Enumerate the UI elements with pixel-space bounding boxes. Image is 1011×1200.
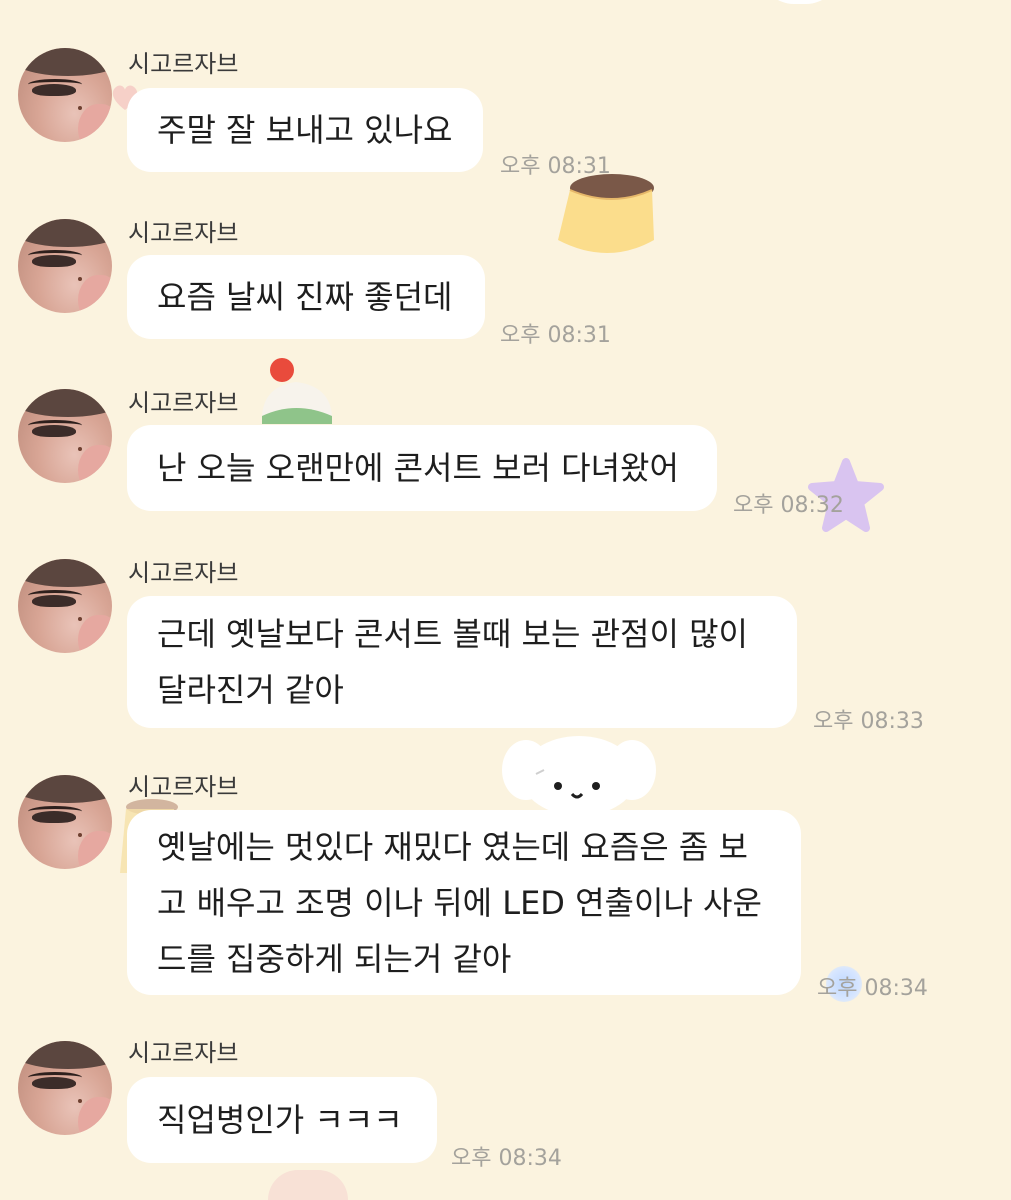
sender-name: 시고르자브	[128, 1039, 239, 1067]
avatar[interactable]	[18, 219, 112, 313]
message-text-line: 옛날에는 멋있다 재밌다 였는데 요즘은 좀 보	[157, 827, 748, 866]
pink-sticker-icon	[268, 1170, 348, 1200]
message-timestamp: 오후 08:31	[500, 323, 611, 348]
message-text: 요즘 날씨 진짜 좋던데	[157, 278, 453, 316]
avatar[interactable]	[18, 48, 112, 142]
sender-name: 시고르자브	[128, 219, 239, 247]
sender-name: 시고르자브	[128, 50, 239, 78]
message-text-line: 근데 옛날보다 콘서트 볼때 보는 관점이 많이	[157, 615, 748, 653]
avatar[interactable]	[18, 775, 112, 869]
message-timestamp: 오후 08:34	[451, 1146, 562, 1171]
message-timestamp: 오후 08:33	[813, 709, 924, 734]
message-text: 난 오늘 오랜만에 콘서트 보러 다녀왔어	[157, 449, 679, 487]
message-bubble[interactable]: 요즘 날씨 진짜 좋던데	[127, 255, 485, 339]
message-text-line: 드를 집중하게 되는거 같아	[157, 939, 512, 978]
message-text-line: 고 배우고 조명 이나 뒤에 LED 연출이나 사운	[157, 883, 762, 922]
sender-name: 시고르자브	[128, 559, 239, 587]
message-timestamp: 오후 08:31	[500, 154, 611, 179]
message-text: 직업병인가 ㅋㅋㅋ	[157, 1101, 403, 1139]
message-text: 주말 잘 보내고 있나요	[157, 111, 453, 149]
message-bubble[interactable]: 주말 잘 보내고 있나요	[127, 88, 483, 172]
message-timestamp: 오후 08:34	[817, 976, 928, 1001]
white-puppy-sticker-icon	[502, 736, 656, 816]
strawberry-cake-sticker-icon	[262, 358, 332, 424]
sender-name: 시고르자브	[128, 773, 239, 801]
cloud-sticker-icon	[760, 0, 840, 4]
pudding-sticker-icon	[558, 174, 654, 253]
chat-view: 시고르자브 주말 잘 보내고 있나요 오후 08:31 시고르자브 요즘 날씨 …	[0, 0, 1011, 1200]
message-bubble[interactable]: 옛날에는 멋있다 재밌다 였는데 요즘은 좀 보 고 배우고 조명 이나 뒤에 …	[127, 810, 801, 995]
avatar[interactable]	[18, 389, 112, 483]
message-bubble[interactable]: 난 오늘 오랜만에 콘서트 보러 다녀왔어	[127, 425, 717, 511]
avatar[interactable]	[18, 559, 112, 653]
message-bubble[interactable]: 직업병인가 ㅋㅋㅋ	[127, 1077, 437, 1163]
message-text-line: 달라진거 같아	[157, 671, 344, 709]
avatar[interactable]	[18, 1041, 112, 1135]
message-bubble[interactable]: 근데 옛날보다 콘서트 볼때 보는 관점이 많이 달라진거 같아	[127, 596, 797, 728]
message-timestamp: 오후 08:32	[733, 493, 844, 518]
sender-name: 시고르자브	[128, 389, 239, 417]
